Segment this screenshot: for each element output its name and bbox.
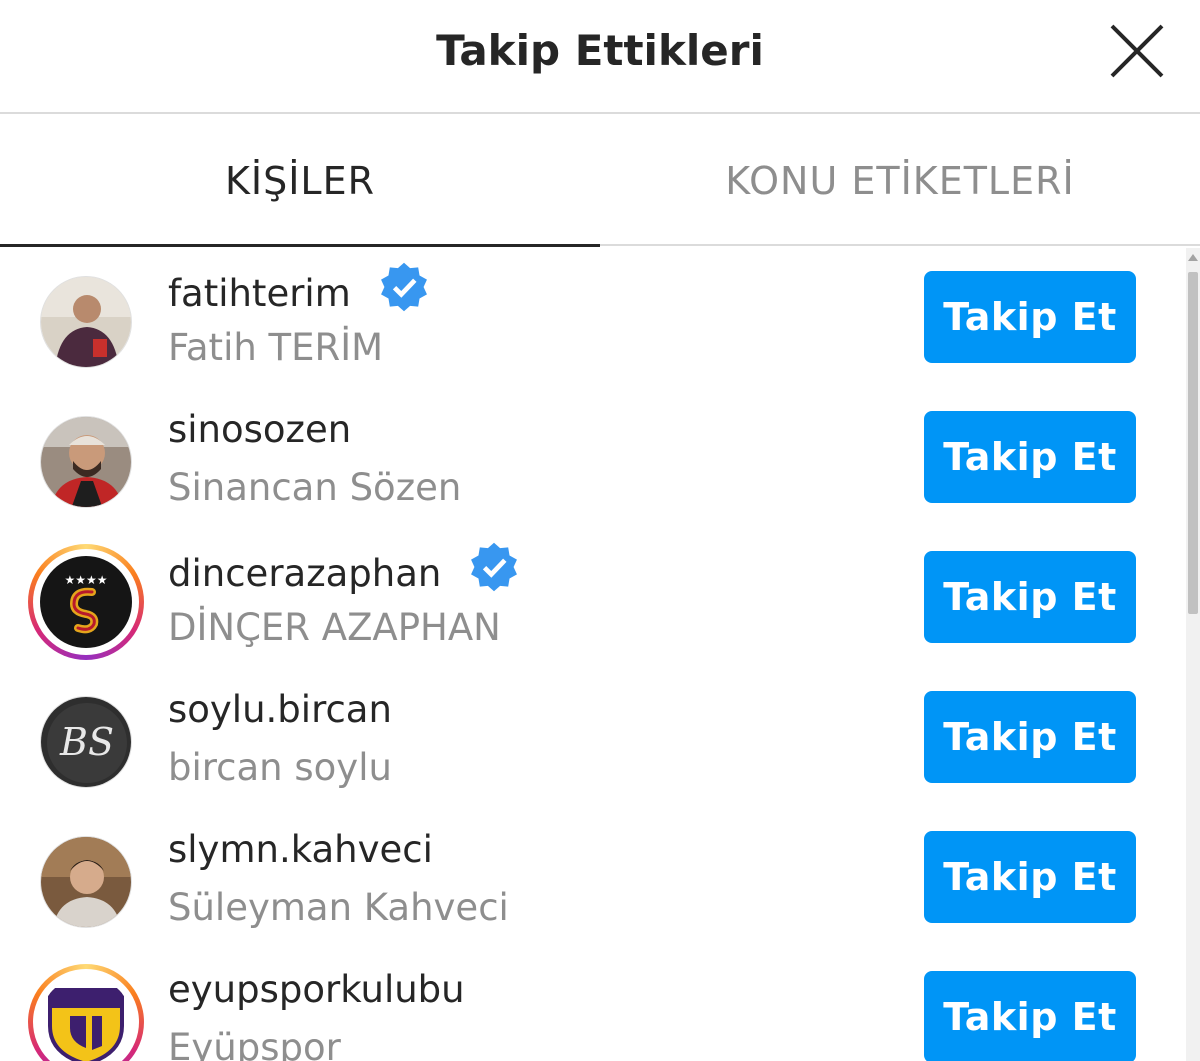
svg-text:★★★★: ★★★★ <box>64 573 107 587</box>
list-item: sinosozen Sinancan Sözen Takip Et <box>0 388 1186 528</box>
username[interactable]: soylu.bircan <box>168 688 392 731</box>
follow-button[interactable]: Takip Et <box>924 271 1136 363</box>
list-item: fatihterim Fatih TERİM Takip Et <box>0 248 1186 388</box>
svg-text:BS: BS <box>59 720 114 764</box>
username[interactable]: dincerazaphan <box>168 542 521 603</box>
list-item: eyupsporkulubu Eyüpspor Takip Et <box>0 948 1186 1061</box>
avatar[interactable] <box>28 264 144 380</box>
avatar[interactable] <box>28 824 144 940</box>
following-list: fatihterim Fatih TERİM Takip Et sinosoze… <box>0 248 1186 1061</box>
follow-button[interactable]: Takip Et <box>924 971 1136 1061</box>
tab-bar: KİŞİLER KONU ETİKETLERİ <box>0 114 1200 247</box>
verified-badge-icon <box>377 260 431 323</box>
list-item: ★★★★ dincerazaphan DİNÇER AZAPHAN Takip … <box>0 528 1186 668</box>
username[interactable]: sinosozen <box>168 408 351 451</box>
scroll-up-arrow-icon[interactable] <box>1188 254 1198 261</box>
avatar[interactable]: BS <box>28 684 144 800</box>
avatar[interactable] <box>28 964 144 1061</box>
tab-hashtags[interactable]: KONU ETİKETLERİ <box>600 114 1200 246</box>
list-item: slymn.kahveci Süleyman Kahveci Takip Et <box>0 808 1186 948</box>
username[interactable]: slymn.kahveci <box>168 828 433 871</box>
modal-header: Takip Ettikleri <box>0 0 1200 114</box>
full-name: Fatih TERİM <box>168 326 384 369</box>
full-name: Sinancan Sözen <box>168 466 462 509</box>
full-name: DİNÇER AZAPHAN <box>168 606 501 649</box>
full-name: Eyüpspor <box>168 1026 341 1061</box>
full-name: Süleyman Kahveci <box>168 886 509 929</box>
list-item: BS soylu.bircan bircan soylu Takip Et <box>0 668 1186 808</box>
follow-button[interactable]: Takip Et <box>924 411 1136 503</box>
scrollbar-thumb[interactable] <box>1188 272 1198 614</box>
username[interactable]: fatihterim <box>168 262 431 323</box>
follow-button[interactable]: Takip Et <box>924 551 1136 643</box>
avatar[interactable]: ★★★★ <box>28 544 144 660</box>
tab-people[interactable]: KİŞİLER <box>0 114 600 247</box>
avatar[interactable] <box>28 404 144 520</box>
verified-badge-icon <box>467 540 521 603</box>
follow-button[interactable]: Takip Et <box>924 691 1136 783</box>
close-icon[interactable] <box>1106 20 1168 82</box>
modal-title: Takip Ettikleri <box>436 26 764 75</box>
full-name: bircan soylu <box>168 746 392 789</box>
follow-button[interactable]: Takip Et <box>924 831 1136 923</box>
username[interactable]: eyupsporkulubu <box>168 968 465 1011</box>
